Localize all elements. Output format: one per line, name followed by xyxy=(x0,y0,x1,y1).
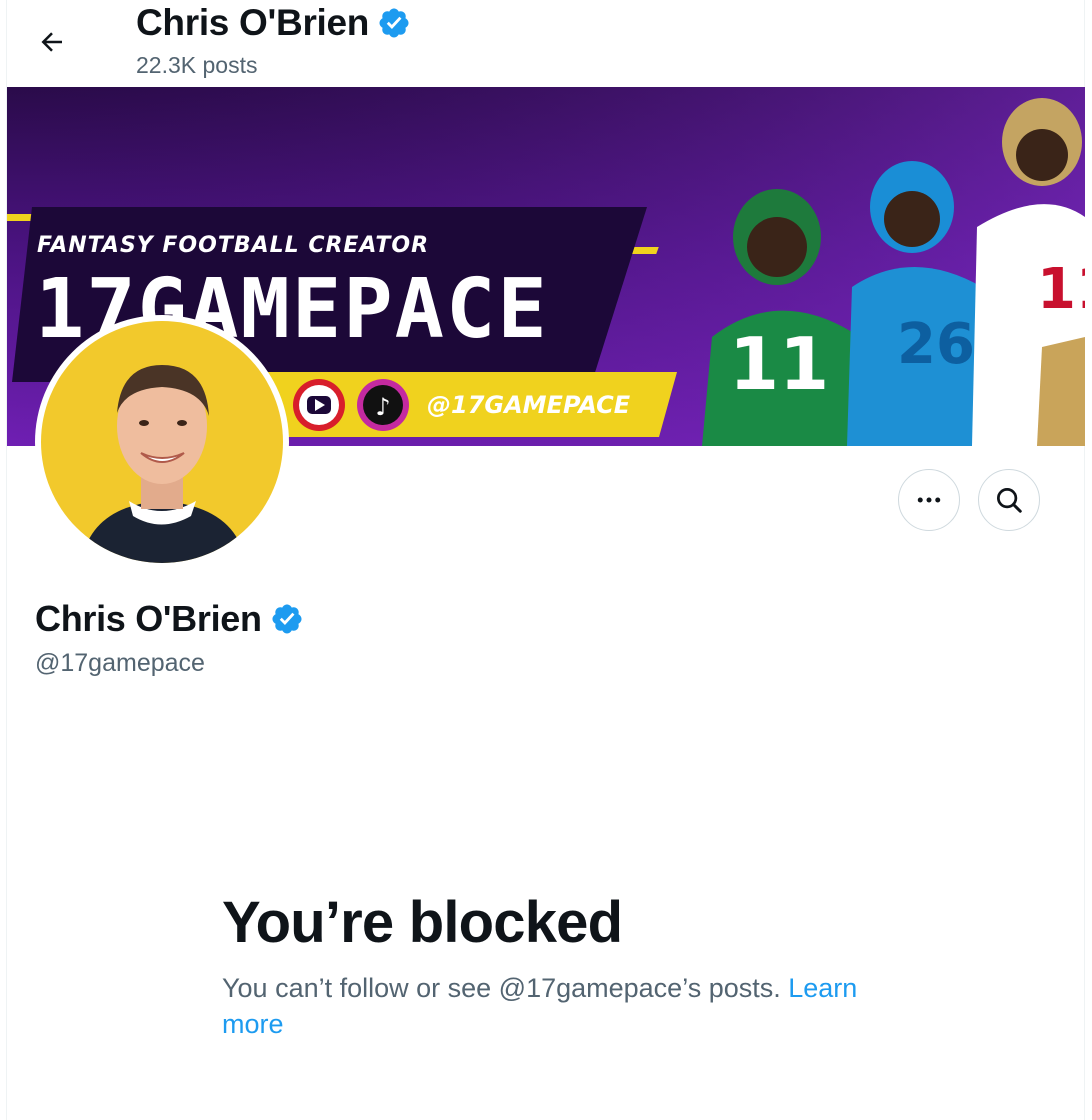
banner-handle: @17GAMEPACE xyxy=(427,391,631,419)
header-title: Chris O'Brien xyxy=(136,2,411,44)
jersey-number-right: 11 xyxy=(1037,257,1085,322)
jersey-number-left: 11 xyxy=(729,322,830,406)
back-button[interactable] xyxy=(30,20,74,64)
verified-badge-icon[interactable] xyxy=(270,602,304,636)
more-options-button[interactable] xyxy=(898,469,960,531)
post-count: 22.3K posts xyxy=(136,52,258,78)
header-name: Chris O'Brien xyxy=(136,2,370,43)
verified-badge-icon xyxy=(379,8,409,38)
more-dots-icon xyxy=(917,497,941,503)
profile-name: Chris O'Brien xyxy=(35,598,262,639)
banner-subtitle: FANTASY FOOTBALL CREATOR xyxy=(37,233,430,258)
profile-name-row: Chris O'Brien xyxy=(35,598,304,640)
avatar-photo xyxy=(41,321,283,563)
avatar[interactable] xyxy=(35,315,289,569)
search-profile-button[interactable] xyxy=(978,469,1040,531)
arrow-left-icon xyxy=(41,32,62,52)
profile-handle: @17gamepace xyxy=(35,649,205,677)
jersey-number-mid: 26 xyxy=(897,312,975,377)
svg-text:♪: ♪ xyxy=(375,393,390,421)
blocked-message-text: You can’t follow or see @17gamepace’s po… xyxy=(222,973,789,1003)
search-icon xyxy=(997,488,1022,513)
blocked-title: You’re blocked xyxy=(222,890,623,955)
blocked-message: You can’t follow or see @17gamepace’s po… xyxy=(222,970,882,1042)
